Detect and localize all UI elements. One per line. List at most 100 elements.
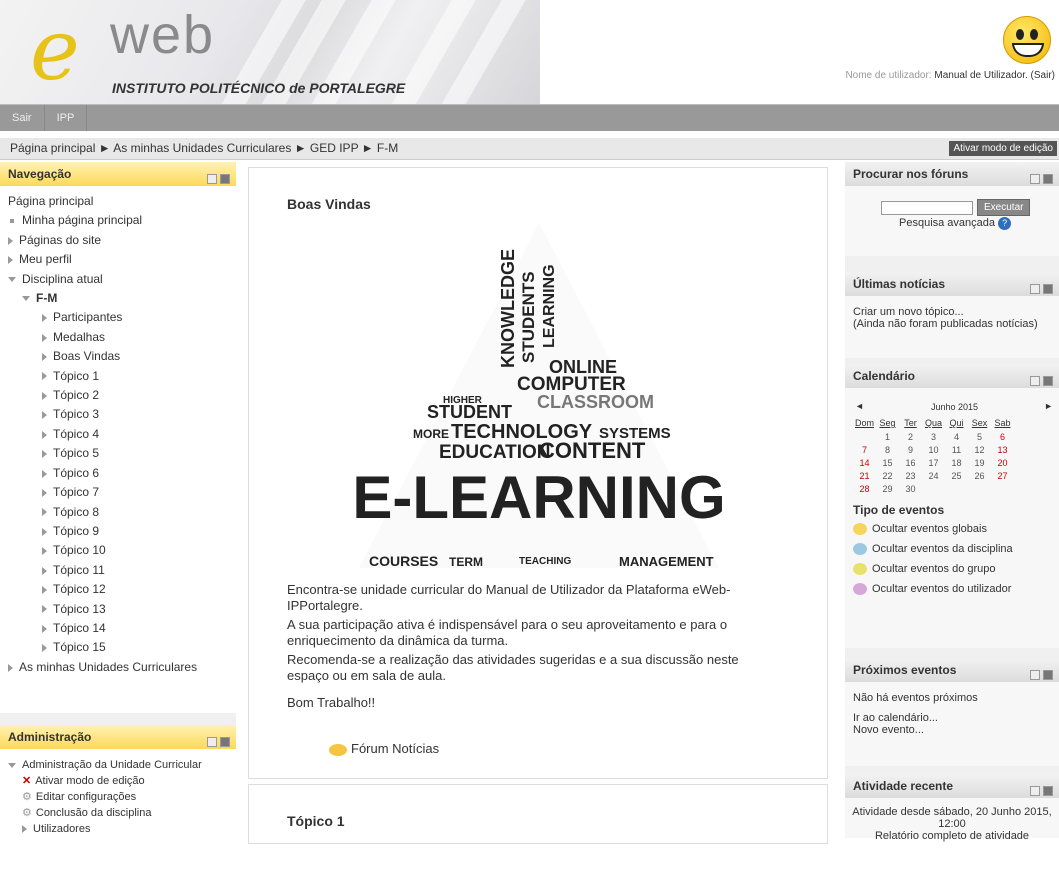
- expand-icon[interactable]: [8, 663, 13, 672]
- nav-course-item[interactable]: Tópico 9: [8, 522, 228, 541]
- calendar-day[interactable]: 2: [899, 430, 922, 443]
- smiley-avatar[interactable]: [1003, 16, 1051, 64]
- nav-profile[interactable]: Meu perfil: [19, 252, 72, 266]
- calendar-month[interactable]: Junho 2015: [931, 402, 978, 412]
- nav-course-item[interactable]: Tópico 7: [8, 483, 228, 502]
- nav-course-item[interactable]: Tópico 12: [8, 580, 228, 599]
- admin-course[interactable]: Administração da Unidade Curricular: [22, 759, 202, 771]
- event-type-toggle[interactable]: Ocultar eventos globais: [853, 519, 1051, 539]
- nav-course-item[interactable]: Tópico 13: [8, 600, 228, 619]
- calendar-day[interactable]: 1: [876, 430, 899, 443]
- calendar-day[interactable]: 14: [853, 456, 876, 469]
- calendar-day[interactable]: 27: [991, 469, 1014, 482]
- expand-icon[interactable]: [42, 547, 47, 556]
- calendar-day[interactable]: [922, 482, 945, 495]
- expand-icon[interactable]: [42, 450, 47, 459]
- calendar-day[interactable]: 23: [899, 469, 922, 482]
- calendar-day[interactable]: 29: [876, 482, 899, 495]
- logout-link[interactable]: (Sair): [1031, 70, 1055, 81]
- calendar-day[interactable]: 16: [899, 456, 922, 469]
- nav-current-course[interactable]: Disciplina atual: [22, 272, 103, 286]
- collapse-icon[interactable]: [207, 737, 217, 747]
- calendar-day[interactable]: 8: [876, 443, 899, 456]
- calendar-day[interactable]: 10: [922, 443, 945, 456]
- expand-icon[interactable]: [42, 527, 47, 536]
- nav-course-item[interactable]: Medalhas: [8, 328, 228, 347]
- calendar-day[interactable]: 5: [968, 430, 991, 443]
- calendar-day[interactable]: 12: [968, 443, 991, 456]
- breadcrumb[interactable]: Página principal ► As minhas Unidades Cu…: [10, 141, 398, 155]
- expand-icon[interactable]: [42, 605, 47, 614]
- expand-icon[interactable]: [42, 314, 47, 323]
- collapse-icon[interactable]: [1030, 376, 1040, 386]
- dock-icon[interactable]: [1043, 376, 1053, 386]
- nav-course-item[interactable]: Boas Vindas: [8, 347, 228, 366]
- nav-course-item[interactable]: Tópico 5: [8, 444, 228, 463]
- calendar-day[interactable]: 13: [991, 443, 1014, 456]
- expand-icon[interactable]: [42, 508, 47, 517]
- collapse-icon[interactable]: [1030, 670, 1040, 680]
- calendar-day[interactable]: 25: [945, 469, 968, 482]
- dock-icon[interactable]: [220, 174, 230, 184]
- calendar-day[interactable]: 26: [968, 469, 991, 482]
- execute-button[interactable]: Executar: [977, 199, 1031, 216]
- help-icon[interactable]: ?: [998, 217, 1012, 230]
- calendar-day[interactable]: 15: [876, 456, 899, 469]
- calendar-day[interactable]: 28: [853, 482, 876, 495]
- nav-sair[interactable]: Sair: [0, 105, 45, 131]
- admin-edit-mode[interactable]: Ativar modo de edição: [35, 775, 144, 787]
- prev-month-icon[interactable]: ◄: [855, 401, 864, 411]
- calendar-day[interactable]: 11: [945, 443, 968, 456]
- new-topic-link[interactable]: Criar um novo tópico...: [853, 306, 1051, 318]
- collapse-icon[interactable]: [207, 174, 217, 184]
- nav-course-item[interactable]: Tópico 11: [8, 561, 228, 580]
- expand-icon[interactable]: [42, 488, 47, 497]
- nav-course-item[interactable]: Tópico 15: [8, 638, 228, 657]
- collapse-arrow-icon[interactable]: [22, 296, 30, 302]
- nav-ipp[interactable]: IPP: [45, 105, 88, 131]
- site-logo[interactable]: e web INSTITUTO POLITÉCNICO de PORTALEGR…: [0, 0, 540, 104]
- expand-icon[interactable]: [42, 624, 47, 633]
- expand-icon[interactable]: [42, 644, 47, 653]
- expand-icon[interactable]: [42, 333, 47, 342]
- expand-icon[interactable]: [42, 353, 47, 362]
- calendar-day[interactable]: [945, 482, 968, 495]
- expand-icon[interactable]: [42, 566, 47, 575]
- collapse-arrow-icon[interactable]: [8, 276, 16, 282]
- calendar-day[interactable]: 22: [876, 469, 899, 482]
- collapse-icon[interactable]: [1030, 174, 1040, 184]
- calendar-day[interactable]: 17: [922, 456, 945, 469]
- collapse-arrow-icon[interactable]: [8, 762, 16, 768]
- dock-icon[interactable]: [1043, 174, 1053, 184]
- calendar-day[interactable]: 19: [968, 456, 991, 469]
- collapse-icon[interactable]: [1030, 284, 1040, 294]
- calendar-day[interactable]: 4: [945, 430, 968, 443]
- nav-course-item[interactable]: Tópico 8: [8, 503, 228, 522]
- nav-site-pages[interactable]: Páginas do site: [19, 233, 101, 247]
- event-type-toggle[interactable]: Ocultar eventos da disciplina: [853, 539, 1051, 559]
- calendar-day[interactable]: 9: [899, 443, 922, 456]
- calendar-day[interactable]: [968, 482, 991, 495]
- expand-icon[interactable]: [42, 585, 47, 594]
- calendar-day[interactable]: [853, 430, 876, 443]
- event-type-toggle[interactable]: Ocultar eventos do utilizador: [853, 579, 1051, 599]
- calendar-day[interactable]: [991, 482, 1014, 495]
- dock-icon[interactable]: [1043, 284, 1053, 294]
- activity-report-link[interactable]: Relatório completo de atividade: [849, 830, 1055, 842]
- dock-icon[interactable]: [1043, 670, 1053, 680]
- forum-link[interactable]: Fórum Notícias: [329, 741, 439, 756]
- nav-my-courses[interactable]: As minhas Unidades Curriculares: [19, 660, 197, 674]
- collapse-icon[interactable]: [1030, 786, 1040, 796]
- next-month-icon[interactable]: ►: [1044, 401, 1053, 411]
- nav-course-item[interactable]: Tópico 2: [8, 386, 228, 405]
- calendar-day[interactable]: 21: [853, 469, 876, 482]
- calendar-day[interactable]: 24: [922, 469, 945, 482]
- expand-icon[interactable]: [22, 825, 27, 834]
- nav-course-item[interactable]: Tópico 3: [8, 405, 228, 424]
- expand-icon[interactable]: [8, 256, 13, 265]
- calendar-day[interactable]: 20: [991, 456, 1014, 469]
- forum-search-input[interactable]: [881, 201, 973, 215]
- user-name-link[interactable]: Manual de Utilizador.: [934, 70, 1027, 81]
- new-event-link[interactable]: Novo evento...: [853, 724, 1051, 736]
- expand-icon[interactable]: [42, 430, 47, 439]
